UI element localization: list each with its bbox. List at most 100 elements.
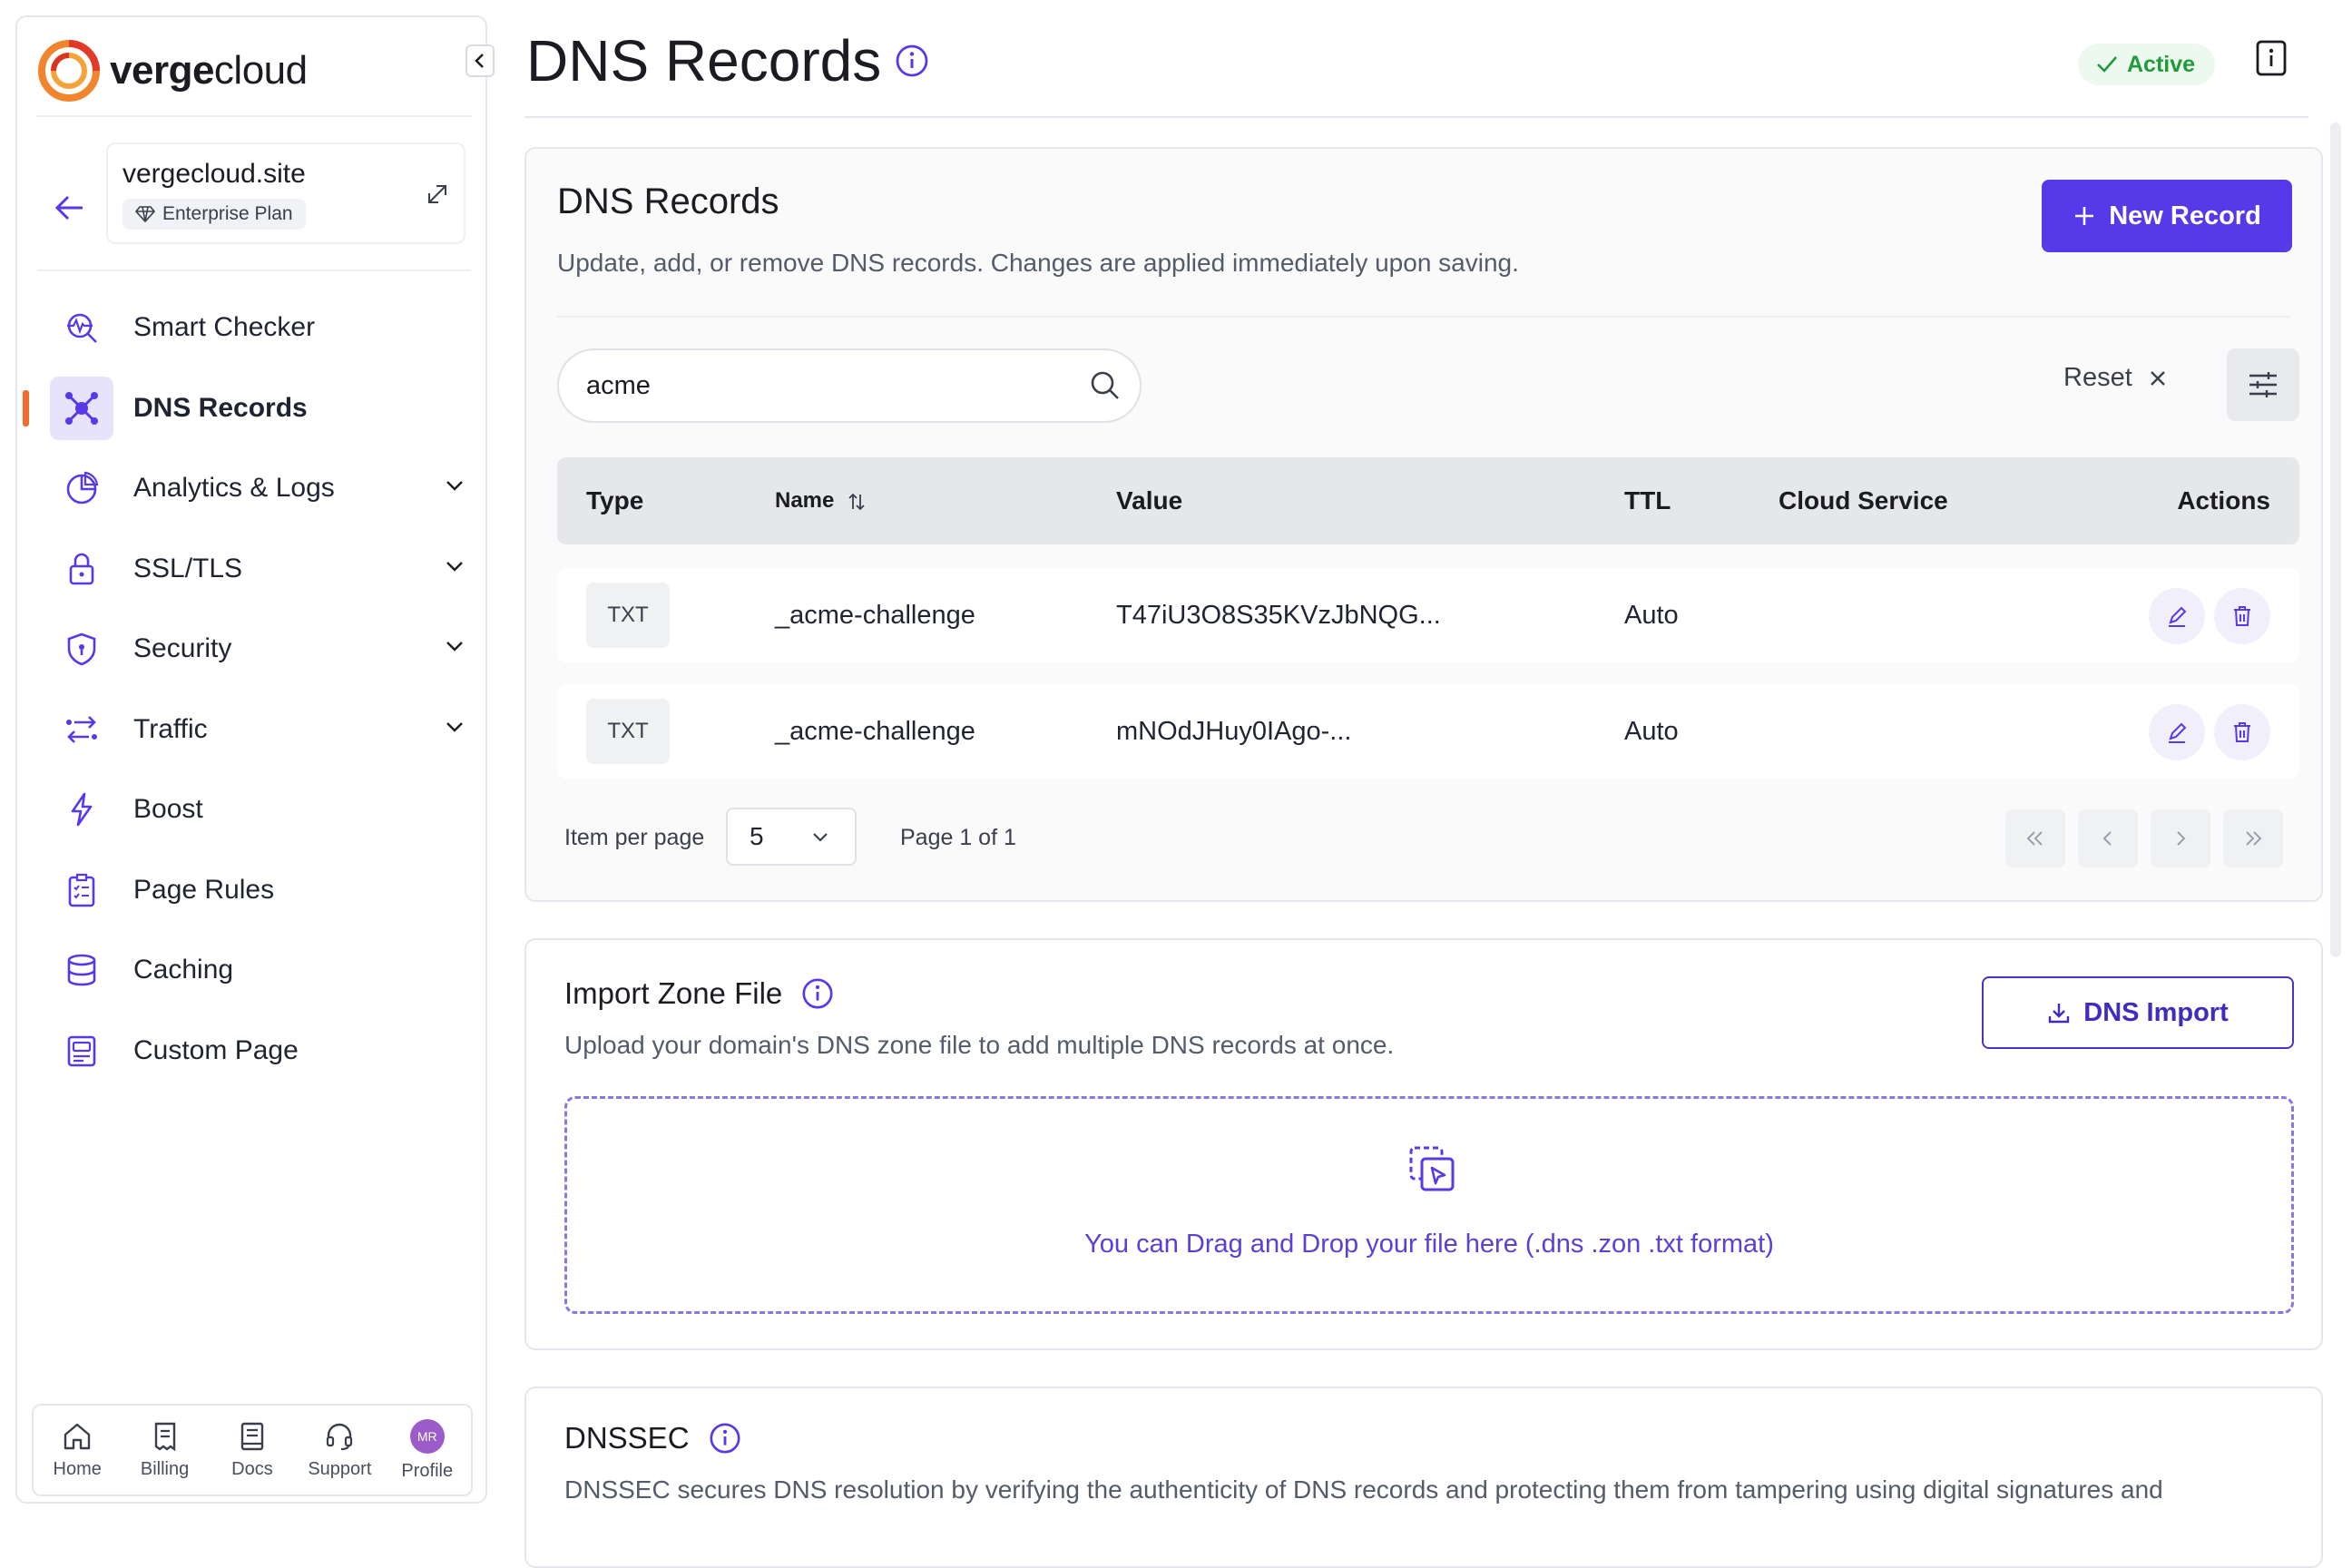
search-input[interactable] bbox=[586, 350, 1076, 421]
column-header-ttl[interactable]: TTL bbox=[1624, 457, 1671, 544]
smart-checker-icon bbox=[50, 296, 113, 359]
reset-button[interactable]: Reset bbox=[2063, 363, 2167, 393]
info-square-icon bbox=[2256, 40, 2287, 76]
bolt-icon bbox=[50, 778, 113, 841]
trash-icon bbox=[2234, 722, 2250, 742]
sidebar-item-label: Traffic bbox=[133, 713, 208, 744]
chevron-down-icon bbox=[446, 561, 463, 572]
receipt-icon bbox=[154, 1422, 175, 1451]
switch-site-icon[interactable] bbox=[424, 181, 451, 212]
sidebar-item-dns-records[interactable]: DNS Records bbox=[23, 368, 485, 449]
info-icon[interactable] bbox=[894, 43, 930, 79]
sidebar: vergecloud vergecloud.site Enterprise Pl… bbox=[15, 15, 495, 1504]
page-scrollbar[interactable] bbox=[2330, 122, 2341, 957]
sidebar-item-label: DNS Records bbox=[133, 392, 308, 423]
record-name: _acme-challenge bbox=[775, 601, 975, 630]
traffic-icon bbox=[50, 698, 113, 761]
collapse-sidebar-button[interactable] bbox=[466, 44, 495, 77]
items-per-page-label: Item per page bbox=[564, 825, 705, 850]
column-header-name[interactable]: Name bbox=[775, 457, 867, 544]
chevron-down-icon bbox=[446, 642, 463, 652]
bottom-bar: Home Billing Docs Support MR Profile bbox=[32, 1404, 473, 1496]
check-icon bbox=[2097, 56, 2117, 73]
status-badge: Active bbox=[2078, 44, 2216, 85]
site-card[interactable]: vergecloud.site Enterprise Plan bbox=[106, 142, 466, 244]
table-row[interactable]: TXT _acme-challenge mNOdJHuy0IAgo-... Au… bbox=[557, 684, 2299, 779]
back-arrow-icon[interactable] bbox=[52, 190, 88, 226]
dropzone-text: You can Drag and Drop your file here (.d… bbox=[1084, 1230, 1774, 1259]
shield-icon bbox=[50, 617, 113, 681]
info-icon[interactable] bbox=[708, 1421, 742, 1455]
chevron-down-icon bbox=[813, 833, 828, 842]
sidebar-item-label: Analytics & Logs bbox=[133, 473, 335, 504]
sidebar-item-traffic[interactable]: Traffic bbox=[50, 690, 485, 770]
card-subtitle: Upload your domain's DNS zone file to ad… bbox=[564, 1031, 1395, 1059]
diamond-icon bbox=[135, 206, 155, 223]
bottom-item-profile[interactable]: MR Profile bbox=[388, 1418, 466, 1482]
file-dropzone[interactable]: You can Drag and Drop your file here (.d… bbox=[564, 1096, 2294, 1314]
chevrons-right-icon bbox=[2246, 831, 2262, 846]
type-badge: TXT bbox=[586, 583, 670, 648]
avatar: MR bbox=[409, 1418, 445, 1454]
column-header-type[interactable]: Type bbox=[586, 457, 643, 544]
delete-button[interactable] bbox=[2214, 588, 2270, 644]
sidebar-item-label: Custom Page bbox=[133, 1034, 299, 1065]
chevron-down-icon bbox=[446, 481, 463, 491]
download-icon bbox=[2049, 1004, 2070, 1024]
book-icon bbox=[240, 1422, 264, 1450]
delete-button[interactable] bbox=[2214, 704, 2270, 760]
plus-icon bbox=[2075, 207, 2094, 225]
new-record-button[interactable]: New Record bbox=[2042, 180, 2292, 252]
record-name: _acme-challenge bbox=[775, 717, 975, 746]
bottom-item-docs[interactable]: Docs bbox=[213, 1421, 291, 1480]
bottom-item-home[interactable]: Home bbox=[38, 1421, 116, 1480]
brand-logo[interactable]: vergecloud bbox=[37, 37, 308, 104]
sidebar-item-boost[interactable]: Boost bbox=[50, 769, 485, 850]
dns-import-button[interactable]: DNS Import bbox=[1982, 976, 2294, 1049]
sidebar-item-custom-page[interactable]: Custom Page bbox=[50, 1011, 485, 1092]
card-title: DNSSEC bbox=[564, 1421, 742, 1455]
filter-settings-button[interactable] bbox=[2227, 348, 2299, 421]
edit-button[interactable] bbox=[2149, 704, 2205, 760]
chevron-left-icon bbox=[475, 54, 484, 68]
sidebar-item-ssl-tls[interactable]: SSL/TLS bbox=[50, 529, 485, 610]
chevron-down-icon bbox=[446, 721, 463, 732]
next-page-button[interactable] bbox=[2151, 809, 2210, 867]
trash-icon bbox=[2234, 606, 2250, 626]
sidebar-item-analytics[interactable]: Analytics & Logs bbox=[50, 448, 485, 529]
bottom-item-billing[interactable]: Billing bbox=[126, 1421, 204, 1480]
sidebar-item-page-rules[interactable]: Page Rules bbox=[50, 850, 485, 931]
sidebar-item-label: SSL/TLS bbox=[133, 553, 243, 583]
column-header-value[interactable]: Value bbox=[1116, 457, 1182, 544]
column-header-cloud-service[interactable]: Cloud Service bbox=[1779, 457, 1948, 544]
items-per-page-select[interactable]: 5 bbox=[726, 808, 857, 866]
sidebar-item-label: Caching bbox=[133, 955, 234, 985]
chevron-right-icon bbox=[2177, 831, 2186, 846]
table-row[interactable]: TXT _acme-challenge T47iU3O8S35KVzJbNQG.… bbox=[557, 568, 2299, 662]
edit-button[interactable] bbox=[2149, 588, 2205, 644]
page-info-button[interactable] bbox=[2256, 40, 2287, 81]
sidebar-nav: Smart Checker DNS Records Analytics & Lo… bbox=[23, 288, 485, 1092]
dns-records-card: DNS Records Update, add, or remove DNS r… bbox=[524, 147, 2323, 902]
last-page-button[interactable] bbox=[2223, 809, 2283, 867]
sidebar-item-caching[interactable]: Caching bbox=[50, 930, 485, 1011]
sidebar-item-label: Smart Checker bbox=[133, 312, 316, 343]
search-icon[interactable] bbox=[1089, 369, 1122, 402]
info-icon[interactable] bbox=[800, 976, 835, 1011]
page-info: Page 1 of 1 bbox=[900, 825, 1016, 850]
sidebar-item-security[interactable]: Security bbox=[50, 609, 485, 690]
file-drop-icon bbox=[1409, 1146, 1455, 1191]
record-ttl: Auto bbox=[1624, 717, 1679, 746]
card-title: Import Zone File bbox=[564, 976, 835, 1011]
page-title: DNS Records bbox=[526, 27, 930, 94]
header-divider bbox=[524, 116, 2308, 118]
dnssec-card: DNSSEC DNSSEC secures DNS resolution by … bbox=[524, 1387, 2323, 1568]
search-field[interactable] bbox=[557, 348, 1142, 423]
pencil-icon bbox=[2169, 722, 2187, 743]
previous-page-button[interactable] bbox=[2078, 809, 2138, 867]
sidebar-item-smart-checker[interactable]: Smart Checker bbox=[50, 288, 485, 368]
divider bbox=[37, 270, 471, 271]
first-page-button[interactable] bbox=[2005, 809, 2065, 867]
bottom-item-support[interactable]: Support bbox=[300, 1421, 378, 1480]
card-subtitle: Update, add, or remove DNS records. Chan… bbox=[557, 249, 1519, 277]
